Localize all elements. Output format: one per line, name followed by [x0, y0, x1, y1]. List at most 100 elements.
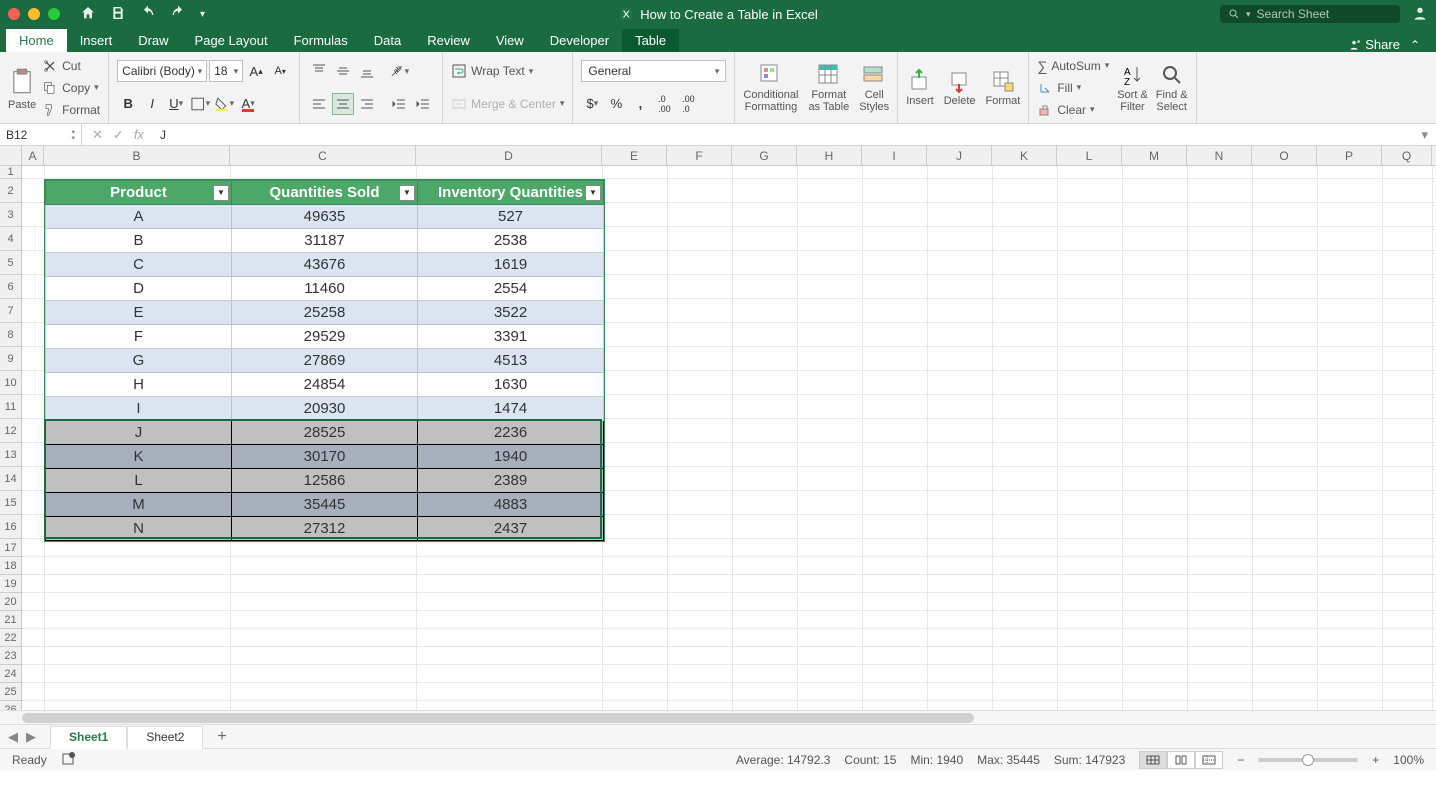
- qat-dropdown-icon[interactable]: ▾: [200, 9, 205, 20]
- table-cell[interactable]: 28525: [232, 421, 418, 445]
- formula-input[interactable]: J: [154, 128, 1414, 142]
- increase-font-icon[interactable]: A▴: [245, 60, 267, 82]
- column-header[interactable]: J: [927, 146, 992, 165]
- share-button[interactable]: Share: [1347, 37, 1400, 52]
- zoom-in-button[interactable]: +: [1372, 753, 1379, 767]
- table-cell[interactable]: 49635: [232, 205, 418, 229]
- align-right-icon[interactable]: [356, 93, 378, 115]
- table-cell[interactable]: 12586: [232, 469, 418, 493]
- row-header[interactable]: 20: [0, 593, 21, 611]
- comma-button[interactable]: ,: [629, 93, 651, 115]
- tab-draw[interactable]: Draw: [125, 29, 181, 52]
- increase-decimal-icon[interactable]: .0.00: [653, 93, 675, 115]
- table-row[interactable]: H248541630: [46, 373, 604, 397]
- row-header[interactable]: 9: [0, 347, 21, 371]
- filter-dropdown-icon[interactable]: ▼: [213, 185, 229, 201]
- paste-button[interactable]: Paste: [8, 65, 36, 111]
- align-top-icon[interactable]: [308, 60, 330, 82]
- column-header[interactable]: L: [1057, 146, 1122, 165]
- table-cell[interactable]: 2236: [418, 421, 604, 445]
- table-cell[interactable]: G: [46, 349, 232, 373]
- row-header[interactable]: 25: [0, 683, 21, 701]
- table-cell[interactable]: 25258: [232, 301, 418, 325]
- column-header[interactable]: A: [22, 146, 44, 165]
- fill-button[interactable]: Fill ▾: [1037, 78, 1109, 98]
- table-cell[interactable]: 1630: [418, 373, 604, 397]
- table-header[interactable]: Inventory Quantities▼: [418, 181, 604, 205]
- table-cell[interactable]: 35445: [232, 493, 418, 517]
- currency-button[interactable]: $▾: [581, 93, 603, 115]
- macro-record-icon[interactable]: [61, 750, 77, 769]
- border-button[interactable]: ▾: [189, 93, 211, 115]
- row-header[interactable]: 23: [0, 647, 21, 665]
- table-cell[interactable]: 31187: [232, 229, 418, 253]
- table-cell[interactable]: 1474: [418, 397, 604, 421]
- table-cell[interactable]: M: [46, 493, 232, 517]
- table-cell[interactable]: A: [46, 205, 232, 229]
- fx-icon[interactable]: fx: [134, 127, 144, 142]
- delete-cells-button[interactable]: Delete: [944, 69, 976, 107]
- sheet-tab[interactable]: Sheet2: [127, 726, 203, 749]
- save-icon[interactable]: [110, 5, 126, 24]
- sheet-tab[interactable]: Sheet1: [50, 726, 127, 749]
- table-cell[interactable]: 11460: [232, 277, 418, 301]
- wrap-text-button[interactable]: Wrap Text ▾: [451, 61, 564, 81]
- table-cell[interactable]: 20930: [232, 397, 418, 421]
- table-row[interactable]: J285252236: [46, 421, 604, 445]
- table-row[interactable]: M354454883: [46, 493, 604, 517]
- table-row[interactable]: B311872538: [46, 229, 604, 253]
- table-row[interactable]: N273122437: [46, 517, 604, 541]
- column-header[interactable]: F: [667, 146, 732, 165]
- maximize-window-button[interactable]: [48, 8, 60, 20]
- filter-dropdown-icon[interactable]: ▼: [399, 185, 415, 201]
- row-header[interactable]: 14: [0, 467, 21, 491]
- page-break-view-icon[interactable]: [1195, 751, 1223, 769]
- spreadsheet-grid[interactable]: ABCDEFGHIJKLMNOPQ 1234567891011121314151…: [0, 146, 1436, 724]
- align-bottom-icon[interactable]: [356, 60, 378, 82]
- horizontal-scrollbar[interactable]: [0, 710, 1436, 724]
- row-header[interactable]: 16: [0, 515, 21, 539]
- filter-dropdown-icon[interactable]: ▼: [585, 185, 601, 201]
- column-header[interactable]: E: [602, 146, 667, 165]
- table-cell[interactable]: H: [46, 373, 232, 397]
- tab-formulas[interactable]: Formulas: [281, 29, 361, 52]
- table-cell[interactable]: 4513: [418, 349, 604, 373]
- font-name-select[interactable]: Calibri (Body)▾: [117, 60, 207, 82]
- row-header[interactable]: 5: [0, 251, 21, 275]
- italic-button[interactable]: I: [141, 93, 163, 115]
- table-row[interactable]: L125862389: [46, 469, 604, 493]
- clear-button[interactable]: Clear ▾: [1037, 100, 1109, 120]
- undo-icon[interactable]: [140, 5, 156, 24]
- tab-page-layout[interactable]: Page Layout: [182, 29, 281, 52]
- cancel-formula-icon[interactable]: ✕: [92, 127, 103, 143]
- tab-data[interactable]: Data: [361, 29, 414, 52]
- table-cell[interactable]: 29529: [232, 325, 418, 349]
- font-color-button[interactable]: A▾: [237, 93, 259, 115]
- table-cell[interactable]: 3391: [418, 325, 604, 349]
- table-cell[interactable]: 43676: [232, 253, 418, 277]
- row-header[interactable]: 12: [0, 419, 21, 443]
- table-cell[interactable]: C: [46, 253, 232, 277]
- column-header[interactable]: C: [230, 146, 416, 165]
- table-row[interactable]: C436761619: [46, 253, 604, 277]
- tab-insert[interactable]: Insert: [67, 29, 126, 52]
- table-cell[interactable]: 27312: [232, 517, 418, 541]
- fill-color-button[interactable]: ▾: [213, 93, 235, 115]
- column-header[interactable]: G: [732, 146, 797, 165]
- number-format-select[interactable]: General▾: [581, 60, 726, 82]
- column-header[interactable]: P: [1317, 146, 1382, 165]
- table-cell[interactable]: 3522: [418, 301, 604, 325]
- row-header[interactable]: 15: [0, 491, 21, 515]
- row-header[interactable]: 24: [0, 665, 21, 683]
- row-header[interactable]: 18: [0, 557, 21, 575]
- bold-button[interactable]: B: [117, 93, 139, 115]
- table-row[interactable]: G278694513: [46, 349, 604, 373]
- row-header[interactable]: 21: [0, 611, 21, 629]
- underline-button[interactable]: U▾: [165, 93, 187, 115]
- table-cell[interactable]: 2389: [418, 469, 604, 493]
- row-header[interactable]: 6: [0, 275, 21, 299]
- table-cell[interactable]: 24854: [232, 373, 418, 397]
- font-size-select[interactable]: 18▾: [209, 60, 243, 82]
- table-cell[interactable]: 2437: [418, 517, 604, 541]
- row-header[interactable]: 22: [0, 629, 21, 647]
